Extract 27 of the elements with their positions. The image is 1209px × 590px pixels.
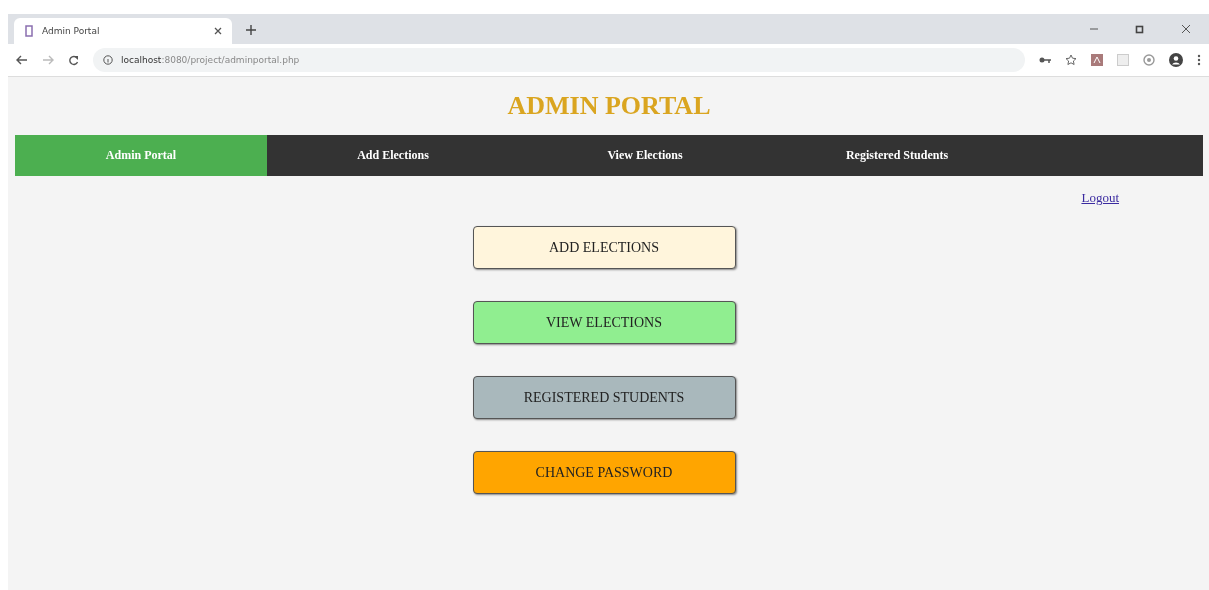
reload-icon[interactable] — [68, 54, 79, 66]
star-icon[interactable] — [1065, 54, 1077, 66]
nav-tab[interactable]: Registered Students — [771, 135, 1023, 176]
action-button[interactable]: VIEW ELECTIONS — [472, 301, 736, 344]
close-icon[interactable] — [1181, 24, 1191, 34]
address-bar[interactable]: localhost:8080/project/adminportal.php — [93, 48, 1025, 72]
profile-icon[interactable] — [1169, 53, 1183, 67]
extension-icon[interactable] — [1143, 54, 1155, 66]
nav-tab[interactable]: Add Elections — [267, 135, 519, 176]
info-icon — [103, 55, 113, 65]
browser-tab[interactable]: Admin Portal — [14, 18, 232, 44]
action-button[interactable]: REGISTERED STUDENTS — [472, 376, 736, 419]
menu-icon[interactable] — [1197, 54, 1201, 66]
back-icon[interactable] — [16, 55, 28, 65]
page-title: ADMIN PORTAL — [506, 90, 712, 122]
action-button[interactable]: CHANGE PASSWORD — [472, 451, 736, 494]
action-button[interactable]: ADD ELECTIONS — [472, 226, 736, 269]
logout-link[interactable]: Logout — [1081, 190, 1119, 206]
tab-title: Admin Portal — [42, 26, 101, 36]
new-tab-icon[interactable] — [246, 25, 256, 35]
nav-tab[interactable]: View Elections — [519, 135, 771, 176]
restore-icon[interactable] — [1135, 24, 1145, 34]
key-icon[interactable] — [1039, 56, 1051, 64]
page-icon — [24, 25, 34, 37]
extension-icon[interactable] — [1091, 54, 1103, 66]
url-text: localhost:8080/project/adminportal.php — [121, 55, 300, 65]
close-icon[interactable] — [214, 27, 222, 35]
